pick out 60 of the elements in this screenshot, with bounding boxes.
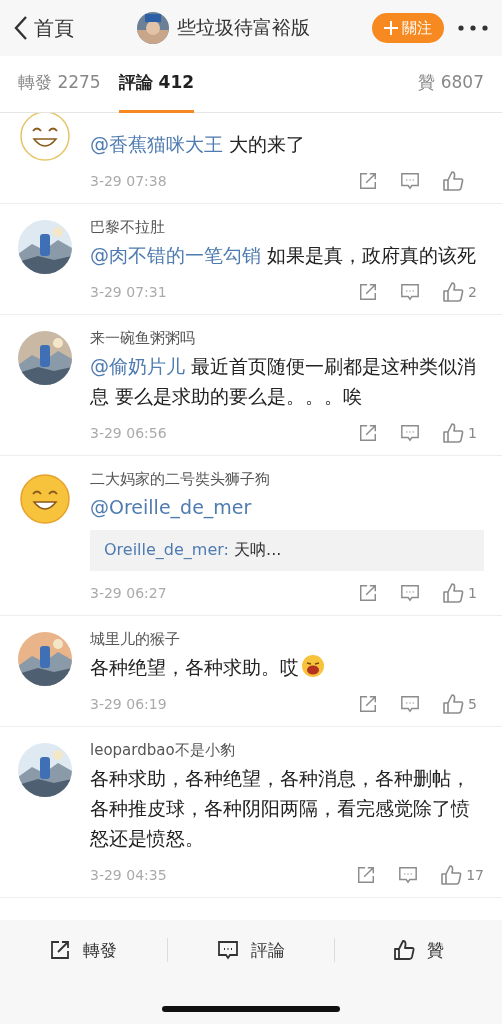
comment-time: 3-29 07:38: [90, 173, 167, 189]
share-icon: [49, 939, 72, 961]
account-name: 些垃圾待富裕版: [176, 15, 310, 40]
like-count: 5: [468, 696, 477, 712]
like-count: 2: [468, 284, 477, 300]
share-icon[interactable]: [358, 694, 378, 714]
share-icon[interactable]: [358, 583, 378, 603]
comment-text: @偷奶片儿 最近首页随便一刷都是这种类似消息 要么是求助的要么是。。。唉: [90, 355, 476, 407]
comment-text: @香蕉猫咪大王 大的来了: [90, 133, 305, 155]
comment-icon[interactable]: [400, 694, 420, 714]
username[interactable]: 二大妈家的二号奘头狮子狗: [90, 468, 484, 490]
tab[interactable]: 轉發 2275: [18, 55, 101, 113]
plus-icon: [384, 21, 398, 35]
mention-link[interactable]: @偷奶片儿: [90, 355, 185, 377]
mention-link[interactable]: @Oreille_de_mer: [90, 496, 252, 518]
mention-link[interactable]: @肉不错的一笔勾销: [90, 244, 261, 266]
comment-time: 3-29 04:35: [90, 867, 167, 883]
thumbs-up-icon[interactable]: [442, 422, 464, 444]
comment-button[interactable]: 評論: [167, 930, 335, 970]
comment-time: 3-29 06:56: [90, 425, 167, 441]
back-icon: [14, 15, 28, 41]
comment-text: 各种绝望，各种求助。哎: [90, 656, 325, 678]
back-button[interactable]: 首頁: [14, 14, 74, 42]
like-count: 1: [468, 425, 477, 441]
comment-icon[interactable]: [400, 171, 420, 191]
comment-icon[interactable]: [400, 423, 420, 443]
repost-button[interactable]: 轉發: [0, 930, 167, 970]
share-icon[interactable]: [358, 282, 378, 302]
like-count: 17: [466, 867, 484, 883]
thumbs-up-icon[interactable]: [442, 693, 464, 715]
share-icon[interactable]: [358, 423, 378, 443]
quoted-reply[interactable]: Oreille_de_mer: 天呐...: [90, 530, 484, 571]
username[interactable]: 巴黎不拉肚: [90, 216, 484, 238]
comment-icon: [217, 939, 239, 961]
thumbs-up-icon[interactable]: [440, 864, 463, 886]
comment-time: 3-29 06:19: [90, 696, 167, 712]
thumbs-up-icon[interactable]: [442, 281, 464, 303]
thumbs-up-icon[interactable]: [442, 170, 464, 192]
thumbs-up-icon: [393, 939, 416, 961]
like-button[interactable]: 贊: [335, 930, 502, 970]
share-icon[interactable]: [356, 865, 377, 885]
smiley-icon: [18, 472, 72, 526]
username[interactable]: leopardbao不是小豹: [90, 739, 484, 761]
comment-icon[interactable]: [400, 282, 420, 302]
comment-time: 3-29 07:31: [90, 284, 167, 300]
tab[interactable]: 贊 6807: [418, 55, 484, 113]
thumbs-up-icon[interactable]: [442, 582, 464, 604]
like-count: 1: [468, 585, 477, 601]
comment-text: 各种求助，各种绝望，各种消息，各种删帖，各种推皮球，各种阴阳两隔，看完感觉除了愤怒还是愤怒。: [90, 767, 470, 849]
more-icon[interactable]: [458, 25, 488, 31]
comment-icon[interactable]: [398, 865, 419, 885]
comment-icon[interactable]: [400, 583, 420, 603]
tab[interactable]: 評論 412: [118, 55, 195, 113]
comment-time: 3-29 06:27: [90, 585, 167, 601]
smiley-icon: [18, 113, 72, 163]
mention-link[interactable]: @香蕉猫咪大王: [90, 133, 223, 155]
username[interactable]: 来一碗鱼粥粥吗: [90, 327, 484, 349]
comment-text: @肉不错的一笔勾销 如果是真，政府真的该死: [90, 244, 476, 266]
username[interactable]: 城里儿的猴子: [90, 628, 484, 650]
share-icon[interactable]: [358, 171, 378, 191]
